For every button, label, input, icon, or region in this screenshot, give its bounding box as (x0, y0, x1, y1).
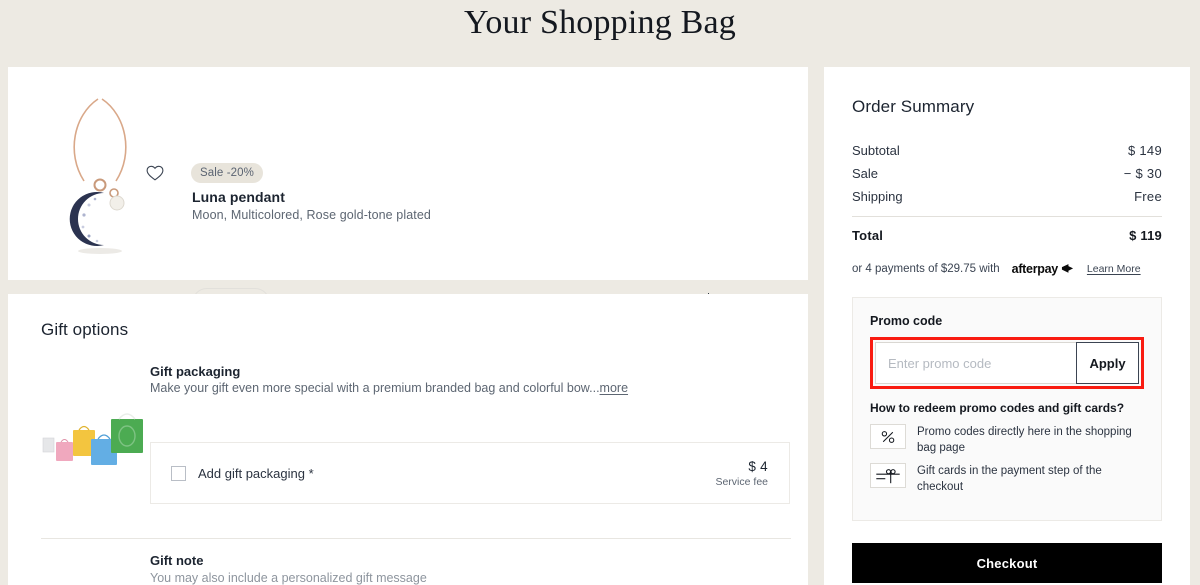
gift-packaging-title: Gift packaging (150, 364, 241, 379)
gift-packaging-fee: $ 4 Service fee (715, 459, 768, 488)
promo-input-highlight: Apply (870, 337, 1144, 389)
gift-options-card: Gift options Gift packaging Make your gi… (8, 294, 808, 585)
summary-row-sale: Sale − $ 30 (852, 166, 1162, 181)
redeem-item-gift-cards: Gift cards in the payment step of the ch… (870, 463, 1144, 495)
gift-note-title: Gift note (150, 553, 204, 568)
gift-packaging-description: Make your gift even more special with a … (150, 381, 628, 395)
installments-text: or 4 payments of $29.75 with (852, 263, 1000, 275)
afterpay-logo: afterpay (1012, 262, 1075, 276)
summary-label-subtotal: Subtotal (852, 143, 900, 158)
promo-code-label: Promo code (870, 314, 943, 328)
afterpay-arrow-icon (1061, 263, 1073, 273)
gift-packaging-checkbox-label: Add gift packaging * (198, 465, 314, 481)
summary-row-total: Total $ 119 (852, 228, 1162, 243)
apply-promo-button[interactable]: Apply (1076, 342, 1139, 384)
afterpay-wordmark: afterpay (1011, 262, 1059, 276)
gift-note-description: You may also include a personalized gift… (150, 571, 427, 585)
product-image[interactable] (40, 93, 160, 258)
page-title: Your Shopping Bag (464, 4, 736, 41)
sale-badge: Sale -20% (191, 163, 263, 183)
summary-value-shipping: Free (1134, 189, 1162, 204)
summary-value-total: $ 119 (1129, 228, 1162, 243)
promo-input-row: Apply (875, 342, 1139, 384)
summary-divider (852, 216, 1162, 217)
gift-section-divider (41, 538, 791, 539)
left-column: Sale -20% Luna pendant Moon, Multicolore… (8, 67, 808, 585)
order-summary-card: Order Summary Subtotal $ 149 Sale − $ 30… (824, 67, 1190, 585)
gift-card-icon (870, 463, 906, 489)
gift-options-heading: Gift options (41, 320, 129, 339)
gift-bags-illustration (42, 413, 143, 465)
gift-packaging-more-link[interactable]: more (600, 381, 628, 395)
heart-icon (146, 165, 164, 181)
summary-row-shipping: Shipping Free (852, 189, 1162, 204)
gift-bags-image (39, 398, 151, 470)
product-description: Moon, Multicolored, Rose gold-tone plate… (192, 208, 431, 222)
summary-label-total: Total (852, 228, 884, 243)
summary-label-shipping: Shipping (852, 189, 903, 204)
redeem-text-gift-cards: Gift cards in the payment step of the ch… (917, 465, 1102, 493)
shopping-bag-page: Your Shopping Bag Sale -20% Luna pendant… (0, 0, 1200, 585)
gift-packaging-option-box[interactable]: Add gift packaging * $ 4 Service fee (150, 442, 790, 504)
product-line-item: Sale -20% Luna pendant Moon, Multicolore… (8, 67, 808, 318)
percent-glyph (881, 430, 895, 443)
redeem-text-promo-codes: Promo codes directly here in the shoppin… (917, 426, 1132, 454)
gift-packaging-checkbox[interactable] (171, 465, 186, 481)
installments-row: or 4 payments of $29.75 with afterpay Le… (852, 262, 1162, 276)
order-summary-title: Order Summary (852, 97, 975, 116)
redeem-info-title: How to redeem promo codes and gift cards… (870, 401, 1125, 415)
promo-code-panel: Promo code Apply How to redeem promo cod… (852, 297, 1162, 522)
learn-more-link[interactable]: Learn More (1087, 263, 1141, 275)
gift-packaging-fee-label: Service fee (715, 475, 768, 488)
summary-value-subtotal: $ 149 (1127, 143, 1162, 158)
gift-packaging-description-text: Make your gift even more special with a … (150, 381, 600, 395)
checkout-button[interactable]: Checkout (852, 543, 1162, 584)
gift-card-glyph (876, 468, 900, 483)
promo-code-input[interactable] (875, 342, 1076, 384)
percent-icon (870, 424, 906, 449)
necklace-illustration (69, 98, 127, 254)
summary-row-subtotal: Subtotal $ 149 (852, 143, 1162, 158)
right-column: Order Summary Subtotal $ 149 Sale − $ 30… (824, 67, 1190, 585)
redeem-item-promo-codes: Promo codes directly here in the shoppin… (870, 424, 1144, 456)
gift-packaging-fee-amount: $ 4 (748, 458, 768, 474)
summary-label-sale: Sale (852, 166, 879, 181)
product-name[interactable]: Luna pendant (192, 189, 285, 205)
summary-value-sale: − $ 30 (1123, 166, 1162, 181)
wishlist-heart-icon[interactable] (144, 161, 166, 183)
